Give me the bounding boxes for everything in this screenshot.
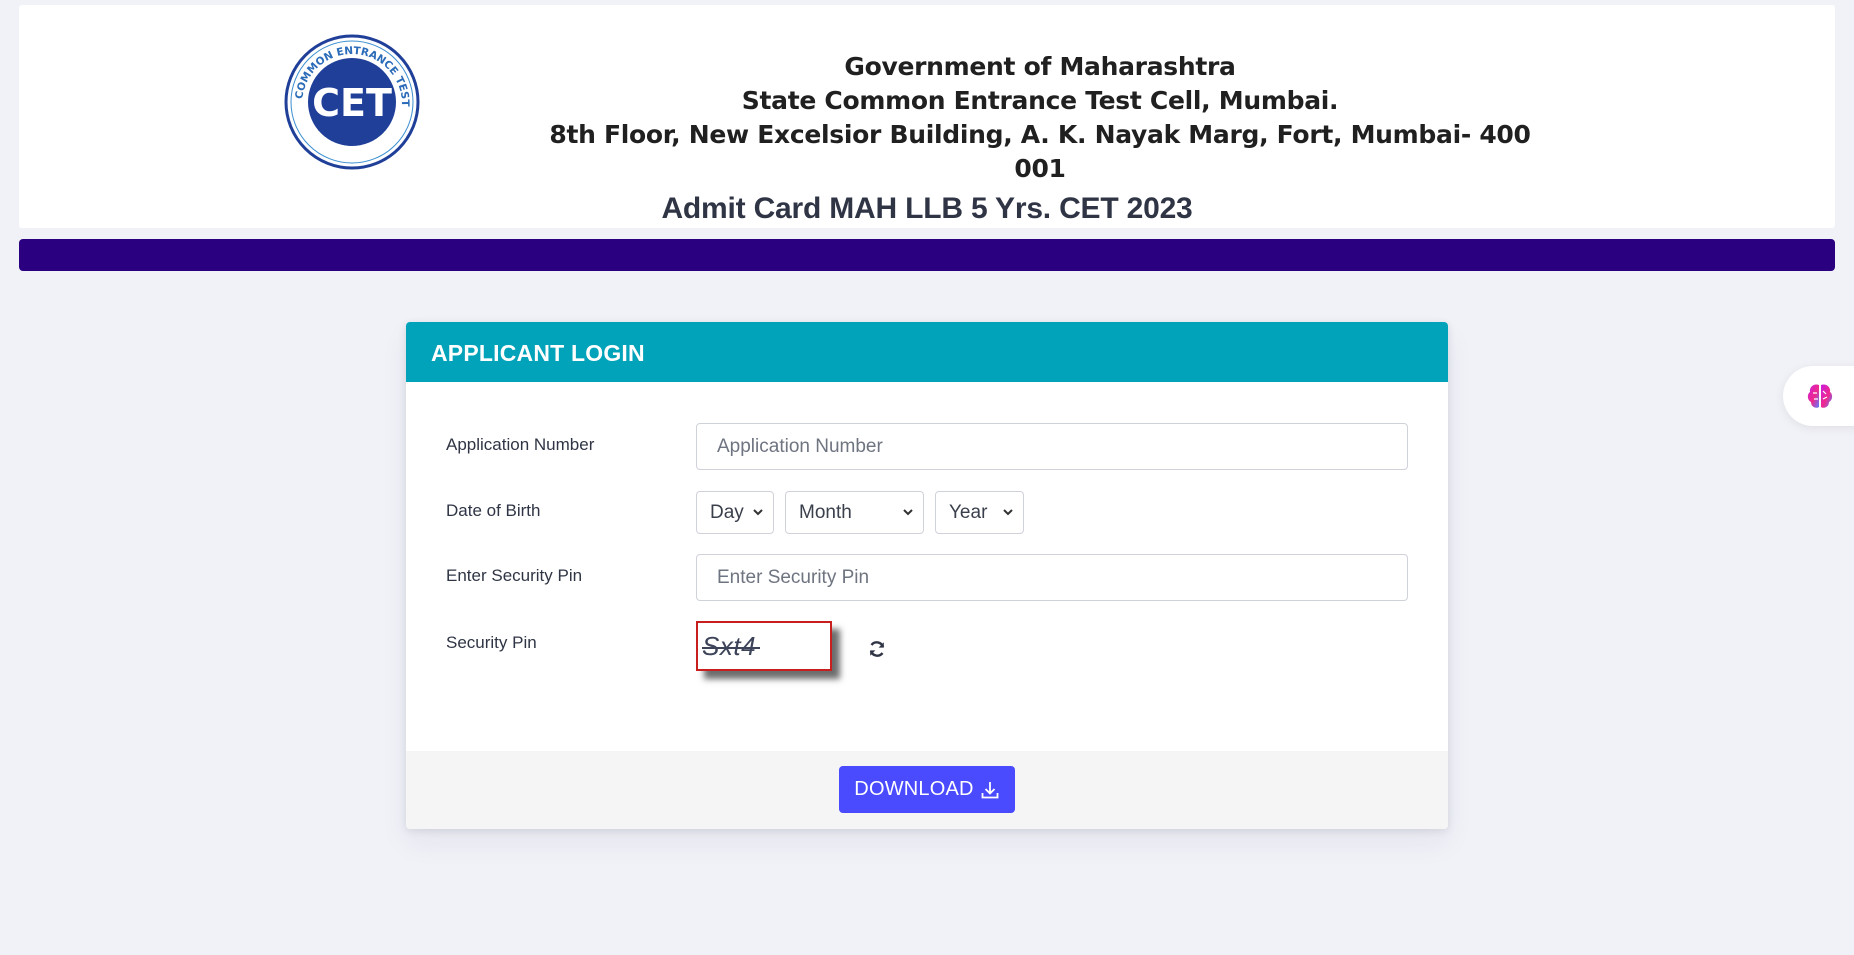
org-line-2: State Common Entrance Test Cell, Mumbai. <box>741 86 1339 115</box>
page: STATE COMMON ENTRANCE TEST CELL MAHARASH… <box>0 0 1854 955</box>
month-select-value: Month <box>799 501 852 523</box>
card-title: APPLICANT LOGIN <box>406 322 1448 382</box>
day-select[interactable]: Day <box>696 491 774 534</box>
month-select[interactable]: Month <box>785 491 924 534</box>
applicant-login-card: APPLICANT LOGIN Application Number Date … <box>406 322 1448 829</box>
year-select-value: Year <box>949 501 988 523</box>
cet-logo-icon: STATE COMMON ENTRANCE TEST CELL MAHARASH… <box>284 32 420 170</box>
brain-icon <box>1807 384 1833 408</box>
refresh-icon[interactable] <box>867 639 887 659</box>
year-select[interactable]: Year <box>935 491 1024 534</box>
chevron-down-icon <box>903 509 913 516</box>
security-pin-label: Security Pin <box>446 633 537 652</box>
card-footer: DOWNLOAD <box>406 751 1448 829</box>
security-pin-input[interactable] <box>696 554 1408 601</box>
download-button-label: DOWNLOAD <box>854 778 974 800</box>
captcha-image: Sxt4 <box>696 621 832 671</box>
svg-text:CET: CET <box>312 81 392 125</box>
enter-security-pin-label: Enter Security Pin <box>446 566 583 585</box>
org-line-3: 8th Floor, New Excelsior Building, A. K.… <box>549 120 1531 183</box>
chevron-down-icon <box>753 509 763 516</box>
application-number-input[interactable] <box>696 423 1408 470</box>
download-icon <box>981 781 999 798</box>
assistant-widget[interactable] <box>1783 366 1854 426</box>
organization-address: Government of Maharashtra State Common E… <box>520 50 1560 186</box>
header-band <box>19 239 1835 271</box>
application-number-label: Application Number <box>446 435 595 454</box>
day-select-value: Day <box>710 501 744 523</box>
page-title: Admit Card MAH LLB 5 Yrs. CET 2023 <box>661 192 1193 225</box>
captcha-strike-line <box>702 647 760 649</box>
chevron-down-icon <box>1003 509 1013 516</box>
date-of-birth-label: Date of Birth <box>446 501 541 520</box>
org-line-1: Government of Maharashtra <box>844 52 1236 81</box>
download-button[interactable]: DOWNLOAD <box>839 766 1015 813</box>
